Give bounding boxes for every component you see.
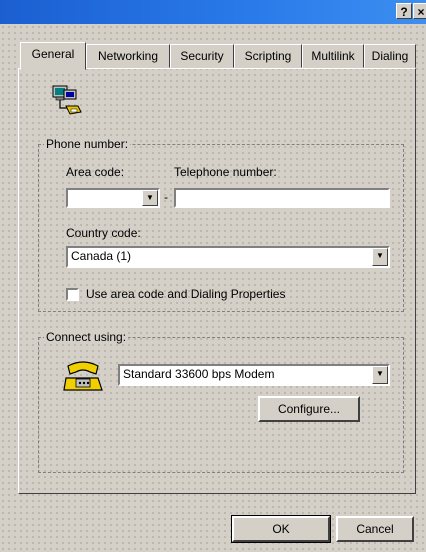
tab-security[interactable]: Security (170, 44, 234, 68)
tab-scripting[interactable]: Scripting (234, 44, 302, 68)
telephone-number-input[interactable] (174, 188, 390, 208)
telephone-number-label: Telephone number: (174, 165, 277, 179)
chevron-down-icon: ▼ (376, 369, 384, 378)
area-code-dropdown-button[interactable]: ▼ (142, 190, 158, 206)
title-bar: ? × (0, 0, 426, 24)
country-code-value: Canada (1) (71, 249, 132, 263)
cancel-button[interactable]: Cancel (336, 516, 414, 542)
tab-networking[interactable]: Networking (86, 44, 170, 68)
ok-button[interactable]: OK (231, 515, 331, 543)
device-dropdown-button[interactable]: ▼ (372, 366, 388, 384)
use-dialing-properties-checkbox[interactable] (66, 288, 79, 301)
help-icon: ? (400, 5, 408, 19)
phone-number-group-title: Phone number: (44, 137, 131, 151)
country-code-label: Country code: (66, 226, 141, 240)
tab-dialing[interactable]: Dialing (364, 44, 416, 68)
connect-using-group-title: Connect using: (44, 330, 129, 344)
device-value: Standard 33600 bps Modem (123, 367, 275, 381)
chevron-down-icon: ▼ (146, 193, 154, 202)
modem-icon (63, 361, 103, 391)
chevron-down-icon: ▼ (376, 251, 384, 260)
device-select[interactable]: Standard 33600 bps Modem ▼ (118, 364, 390, 386)
configure-button[interactable]: Configure... (258, 396, 360, 422)
area-code-separator: - (164, 190, 168, 204)
country-code-select[interactable]: Canada (1) ▼ (66, 246, 390, 268)
close-icon: × (417, 5, 425, 19)
tab-general[interactable]: General (20, 42, 86, 70)
tab-multilink[interactable]: Multilink (302, 44, 364, 68)
use-dialing-properties-label[interactable]: Use area code and Dialing Properties (86, 287, 285, 301)
area-code-label: Area code: (66, 165, 125, 179)
country-code-dropdown-button[interactable]: ▼ (372, 248, 388, 266)
area-code-combobox[interactable]: ▼ (66, 188, 160, 208)
connection-icon (52, 85, 82, 115)
help-button[interactable]: ? (396, 3, 412, 19)
close-button[interactable]: × (413, 3, 426, 19)
